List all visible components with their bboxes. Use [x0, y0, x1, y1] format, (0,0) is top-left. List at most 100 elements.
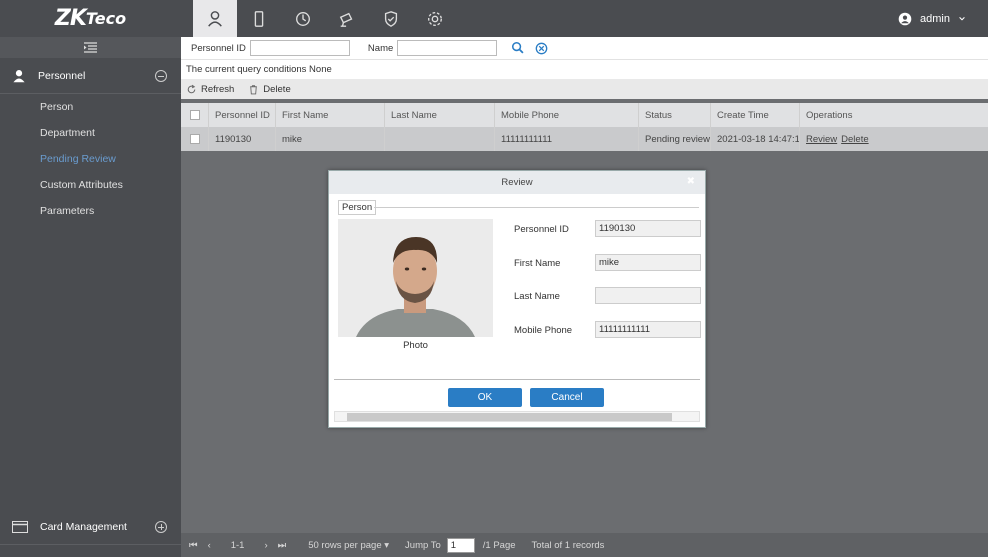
group-divider: [374, 207, 699, 208]
portrait-image: [338, 219, 493, 337]
gear-icon: [428, 11, 442, 26]
dialog-divider: [334, 379, 700, 380]
video-module-icon[interactable]: [325, 0, 369, 37]
sidebar-module-label: Card Management: [40, 520, 127, 533]
field-value-last-name: [595, 287, 701, 304]
person-icon: [13, 69, 25, 82]
cell-operations: Review Delete: [800, 127, 988, 151]
page-number-input[interactable]: 1: [446, 537, 475, 553]
module-nav: [193, 0, 457, 37]
record-count: Total of 1 records: [531, 539, 605, 551]
field-label-first-name: First Name: [514, 258, 561, 269]
door-icon: [254, 10, 264, 27]
sidebar-item-person[interactable]: Person: [0, 94, 181, 120]
search-bar: Personnel ID Name: [181, 37, 988, 60]
header-last-name[interactable]: Last Name: [385, 103, 495, 127]
sidebar-item-custom-attributes[interactable]: Custom Attributes: [0, 172, 181, 198]
top-bar: ZK Teco admin: [0, 0, 988, 37]
page-range: 1-1: [230, 539, 245, 551]
field-label-mobile-phone: Mobile Phone: [514, 325, 573, 336]
sidebar-collapse-button[interactable]: [0, 37, 181, 58]
sidebar-module-label: Personnel: [38, 69, 86, 82]
prev-page-icon[interactable]: ‹: [208, 540, 211, 551]
access-module-icon[interactable]: [237, 0, 281, 37]
row-select-cell: [181, 127, 209, 151]
user-menu[interactable]: admin: [898, 0, 966, 37]
grid-header: Personnel ID First Name Last Name Mobile…: [181, 103, 988, 127]
refresh-button[interactable]: Refresh: [186, 84, 234, 95]
dialog-title-bar: Review ✖: [329, 171, 705, 194]
query-conditions: The current query conditions None: [181, 60, 988, 79]
close-icon[interactable]: ✖: [687, 176, 695, 187]
select-all-checkbox[interactable]: [189, 110, 200, 120]
menu-collapse-icon: [84, 42, 97, 53]
field-value-first-name: mike: [595, 254, 701, 271]
scrollbar-thumb[interactable]: [347, 413, 672, 421]
header-operations: Operations: [806, 109, 853, 121]
security-module-icon[interactable]: [369, 0, 413, 37]
person-icon: [208, 10, 222, 27]
horizontal-scrollbar[interactable]: [334, 411, 700, 422]
cell-status: Pending review: [639, 127, 711, 151]
cell-mobile-phone: 11111111111: [495, 127, 639, 151]
camera-icon: [339, 12, 353, 27]
cell-personnel-id: 1190130: [209, 127, 276, 151]
sidebar-module-personnel[interactable]: Personnel: [0, 58, 181, 94]
zkteco-logo: ZK Teco: [54, 6, 127, 31]
rows-per-page-select[interactable]: 50 rows per page ▾: [308, 540, 389, 551]
clock-icon: [296, 11, 310, 26]
cancel-button[interactable]: Cancel: [530, 388, 604, 407]
table-row[interactable]: 1190130 mike 11111111111 Pending review …: [181, 127, 988, 151]
personnel-id-label: Personnel ID: [191, 42, 246, 54]
header-status[interactable]: Status: [639, 103, 711, 127]
next-page-icon[interactable]: ›: [264, 540, 267, 551]
header-personnel-id[interactable]: Personnel ID: [209, 103, 276, 127]
user-avatar-icon: [898, 12, 912, 25]
sidebar-module-card-management[interactable]: Card Management: [0, 509, 181, 545]
person-group-label: Person: [338, 200, 377, 215]
ok-button[interactable]: OK: [448, 388, 522, 407]
photo-caption: Photo: [403, 340, 428, 351]
system-module-icon[interactable]: [413, 0, 457, 37]
sidebar-item-parameters[interactable]: Parameters: [0, 198, 181, 224]
jump-to-label: Jump To: [405, 539, 441, 551]
refresh-icon: [187, 84, 196, 93]
delete-link[interactable]: Delete: [841, 134, 868, 145]
sidebar-item-department[interactable]: Department: [0, 120, 181, 146]
first-page-icon[interactable]: ⏮: [189, 540, 198, 551]
cell-last-name: [385, 127, 495, 151]
user-name: admin: [920, 12, 950, 25]
collapse-icon[interactable]: [155, 69, 167, 82]
shield-icon: [384, 10, 398, 27]
search-icon[interactable]: [511, 41, 525, 55]
dialog-title: Review: [501, 177, 533, 188]
review-link[interactable]: Review: [806, 134, 837, 145]
expand-icon[interactable]: [155, 520, 167, 533]
trash-icon: [250, 84, 258, 94]
pagination-bar: ⏮ ‹ 1-1 › ⏭ 50 rows per page ▾ Jump To 1…: [181, 533, 988, 557]
delete-button[interactable]: Delete: [248, 84, 291, 95]
review-dialog: Review ✖ Person Photo Personnel ID 11901…: [328, 170, 706, 428]
personnel-module-icon[interactable]: [193, 0, 237, 37]
header-first-name[interactable]: First Name: [276, 103, 385, 127]
field-label-last-name: Last Name: [514, 291, 560, 302]
attendance-module-icon[interactable]: [281, 0, 325, 37]
field-label-personnel-id: Personnel ID: [514, 224, 569, 235]
name-input[interactable]: [397, 40, 498, 56]
person-photo: [338, 219, 493, 337]
row-checkbox[interactable]: [189, 134, 200, 144]
sidebar: Personnel Person Department Pending Revi…: [0, 37, 181, 557]
header-create-time[interactable]: Create Time: [711, 103, 800, 127]
toolbar: Refresh Delete: [181, 79, 988, 99]
sidebar-item-pending-review[interactable]: Pending Review: [0, 146, 181, 172]
cell-first-name: mike: [276, 127, 385, 151]
clear-icon[interactable]: [535, 42, 548, 55]
personnel-id-input[interactable]: [249, 40, 350, 56]
page-total: /1 Page: [482, 539, 516, 551]
header-mobile-phone[interactable]: Mobile Phone: [495, 103, 639, 127]
field-value-mobile-phone: 11111111111: [595, 321, 701, 338]
chevron-down-icon: [959, 16, 965, 21]
name-label: Name: [367, 42, 394, 54]
last-page-icon[interactable]: ⏭: [278, 540, 287, 551]
field-value-personnel-id: 1190130: [595, 220, 701, 237]
